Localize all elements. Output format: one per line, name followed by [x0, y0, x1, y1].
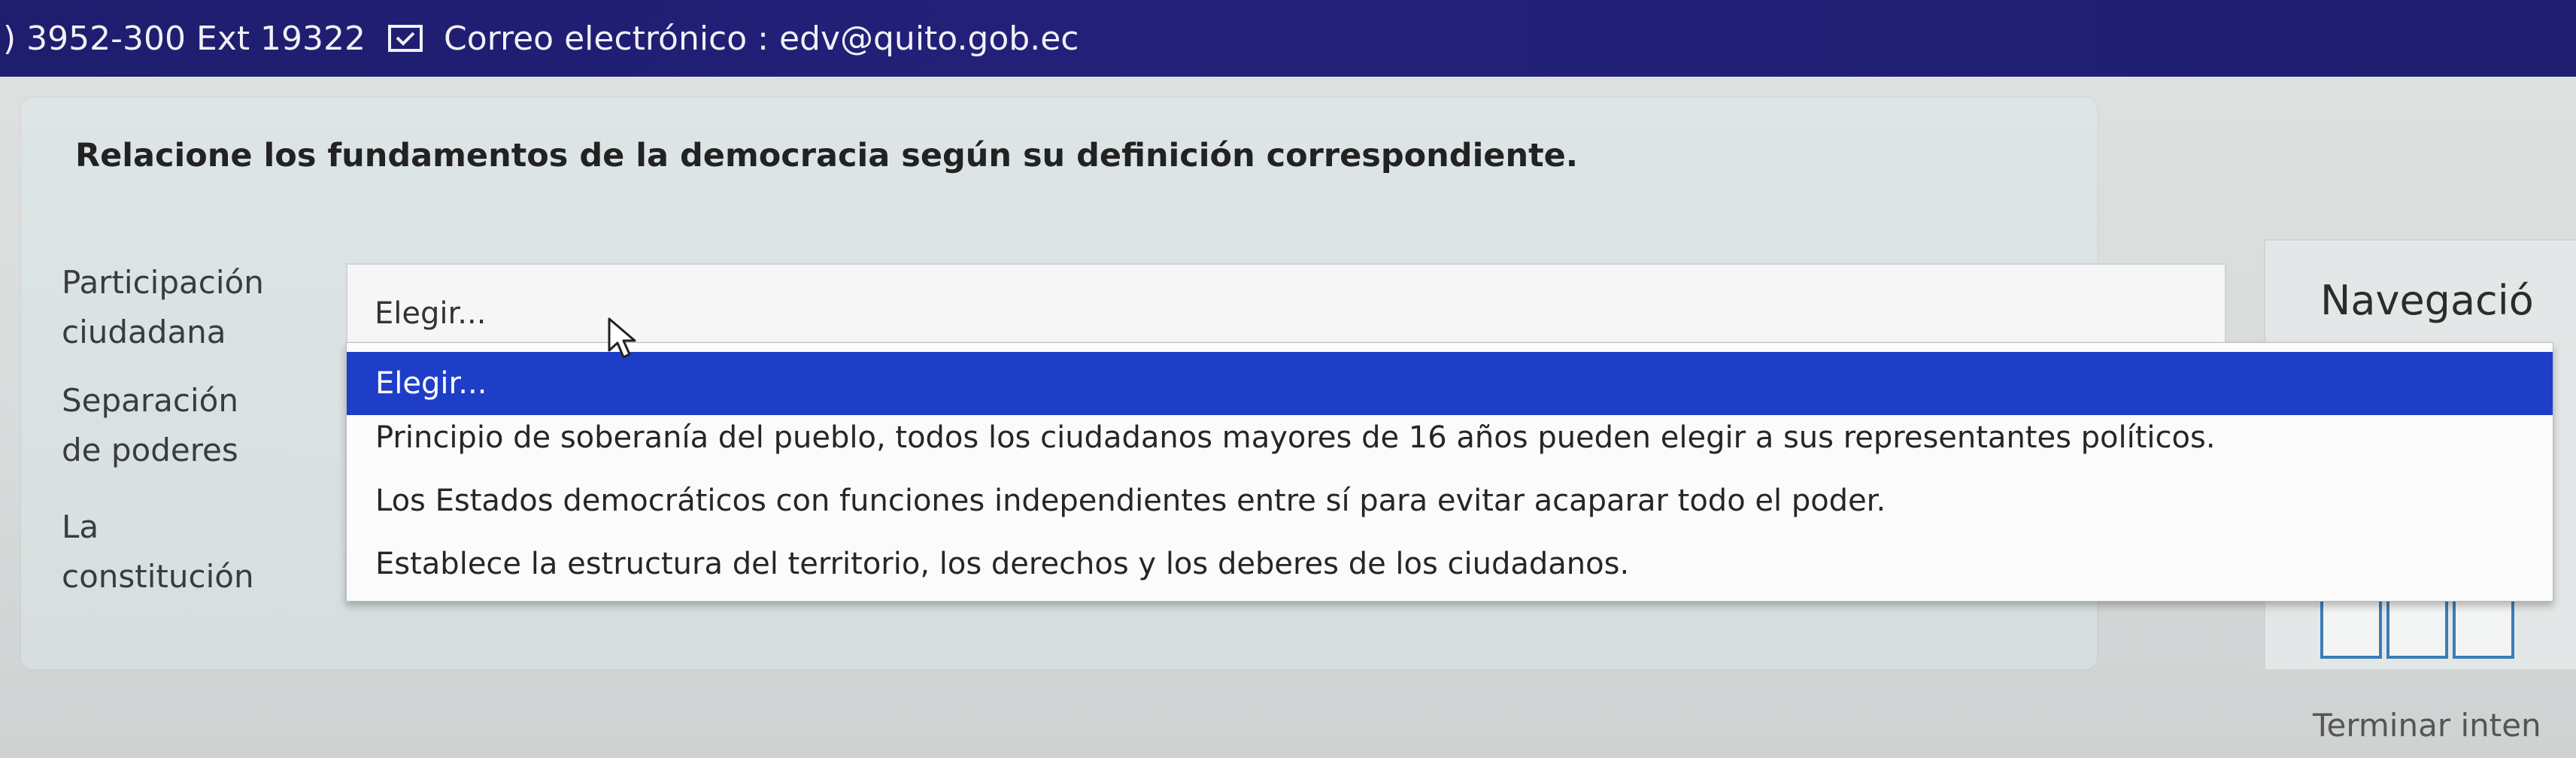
- envelope-check-icon: [388, 25, 423, 52]
- item-label-line: constitución: [62, 558, 254, 595]
- item-label-participacion: Participación ciudadana: [62, 258, 332, 357]
- question-text: Relacione los fundamentos de la democrac…: [75, 137, 1579, 174]
- dropdown-option[interactable]: Establece la estructura del territorio, …: [347, 532, 2553, 596]
- header-contact-bar: ) 3952-300 Ext 19322 Correo electrónico …: [0, 0, 2576, 77]
- dropdown-option[interactable]: Principio de soberanía del pueblo, todos…: [347, 406, 2553, 469]
- item-label-constitucion: La constitución: [62, 502, 332, 602]
- select-current-value: Elegir...: [375, 296, 487, 331]
- question-nav-buttons: [2320, 594, 2514, 659]
- item-label-line: La: [62, 508, 99, 545]
- question-nav-button[interactable]: [2320, 594, 2382, 659]
- divider: [30, 671, 2249, 672]
- phone-text: ) 3952-300 Ext 19322: [3, 19, 366, 58]
- navigation-title: Navegació: [2320, 277, 2534, 324]
- dropdown-option[interactable]: Los Estados democráticos con funciones i…: [347, 469, 2553, 532]
- answer-dropdown-list: Elegir... Principio de soberanía del pue…: [346, 342, 2553, 602]
- finish-attempt-link[interactable]: Terminar inten: [2313, 707, 2541, 744]
- email-text: Correo electrónico : edv@quito.gob.ec: [444, 19, 1079, 58]
- question-nav-button[interactable]: [2386, 594, 2448, 659]
- mouse-pointer-icon: [606, 316, 644, 361]
- item-label-line: ciudadana: [62, 314, 226, 350]
- item-label-line: Participación: [62, 264, 264, 301]
- item-label-line: Separación: [62, 382, 238, 419]
- item-label-separacion: Separación de poderes: [62, 376, 332, 475]
- question-nav-button[interactable]: [2453, 594, 2514, 659]
- item-label-line: de poderes: [62, 432, 238, 468]
